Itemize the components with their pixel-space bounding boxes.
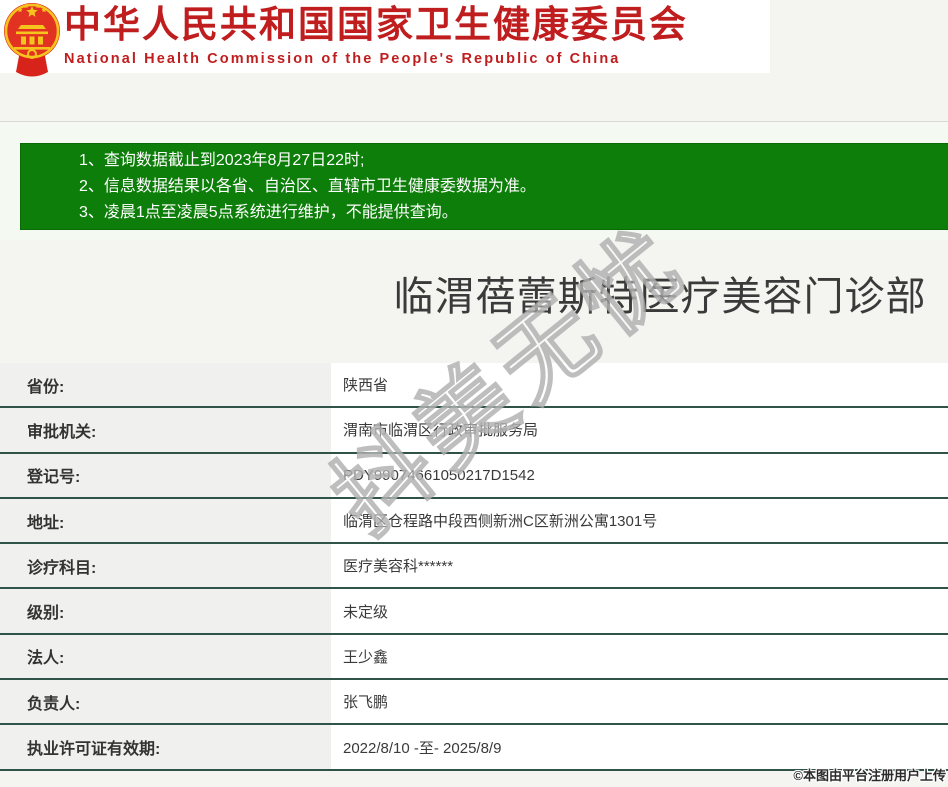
field-label: 级别: — [0, 589, 331, 633]
table-row: 登记号: PDY99074661050217D1542 — [0, 453, 948, 499]
field-value: 医疗美容科****** — [331, 544, 948, 588]
table-row: 法人: 王少鑫 — [0, 634, 948, 681]
field-label: 法人: — [0, 634, 331, 679]
field-label: 登记号: — [0, 453, 331, 497]
china-national-emblem-icon — [3, 0, 61, 85]
notice-line: 2、信息数据结果以各省、自治区、直辖市卫生健康委数据为准。 — [79, 178, 536, 195]
field-label: 地址: — [0, 498, 331, 543]
field-label: 省份: — [0, 363, 331, 407]
field-value: 王少鑫 — [331, 634, 948, 679]
upload-credit-watermark: ©本图由平台注册用户上传 — [793, 768, 946, 783]
field-label: 审批机关: — [0, 408, 331, 452]
table-row: 诊疗科目: 医疗美容科****** — [0, 544, 948, 590]
table-row: 审批机关: 渭南市临渭区行政审批服务局 — [0, 408, 948, 454]
page: 中华人民共和国国家卫生健康委员会 National Health Commiss… — [0, 0, 948, 771]
field-value: 张飞鹏 — [331, 680, 948, 724]
table-row: 地址: 临渭区仓程路中段西侧新洲C区新洲公寓1301号 — [0, 498, 948, 545]
field-value: PDY99074661050217D1542 — [331, 453, 948, 497]
header-titles: 中华人民共和国国家卫生健康委员会 National Health Commiss… — [64, 3, 688, 70]
field-value: 陕西省 — [331, 363, 948, 407]
field-value: 渭南市临渭区行政审批服务局 — [331, 408, 948, 452]
query-notice-box: 1、查询数据截止到2023年8月27日22时; 2、信息数据结果以各省、自治区、直… — [20, 143, 948, 230]
notice-line: 1、查询数据截止到2023年8月27日22时; — [79, 152, 365, 169]
table-row: 级别: 未定级 — [0, 589, 948, 635]
site-title-chinese: 中华人民共和国国家卫生健康委员会 — [64, 4, 688, 45]
header-gap — [0, 73, 948, 121]
institution-name: 临渭蓓蕾斯特医疗美容门诊部 — [393, 275, 927, 319]
field-value: 2022/8/10 -至- 2025/8/9 — [331, 725, 948, 769]
field-label: 负责人: — [0, 680, 331, 724]
site-title-english: National Health Commission of the People… — [64, 51, 621, 67]
field-value: 未定级 — [331, 589, 948, 633]
info-table: 省份: 陕西省 审批机关: 渭南市临渭区行政审批服务局 登记号: PDY9907… — [0, 363, 948, 771]
notice-section: 1、查询数据截止到2023年8月27日22时; 2、信息数据结果以各省、自治区、直… — [0, 122, 948, 240]
table-row: 负责人: 张飞鹏 — [0, 680, 948, 726]
field-value: 临渭区仓程路中段西侧新洲C区新洲公寓1301号 — [331, 498, 948, 543]
table-row: 执业许可证有效期: 2022/8/10 -至- 2025/8/9 — [0, 725, 948, 771]
field-label: 执业许可证有效期: — [0, 725, 331, 769]
notice-line: 3、凌晨1点至凌晨5点系统进行维护，不能提供查询。 — [79, 204, 458, 221]
site-header: 中华人民共和国国家卫生健康委员会 National Health Commiss… — [0, 0, 948, 77]
field-label: 诊疗科目: — [0, 544, 331, 588]
table-row: 省份: 陕西省 — [0, 363, 948, 409]
